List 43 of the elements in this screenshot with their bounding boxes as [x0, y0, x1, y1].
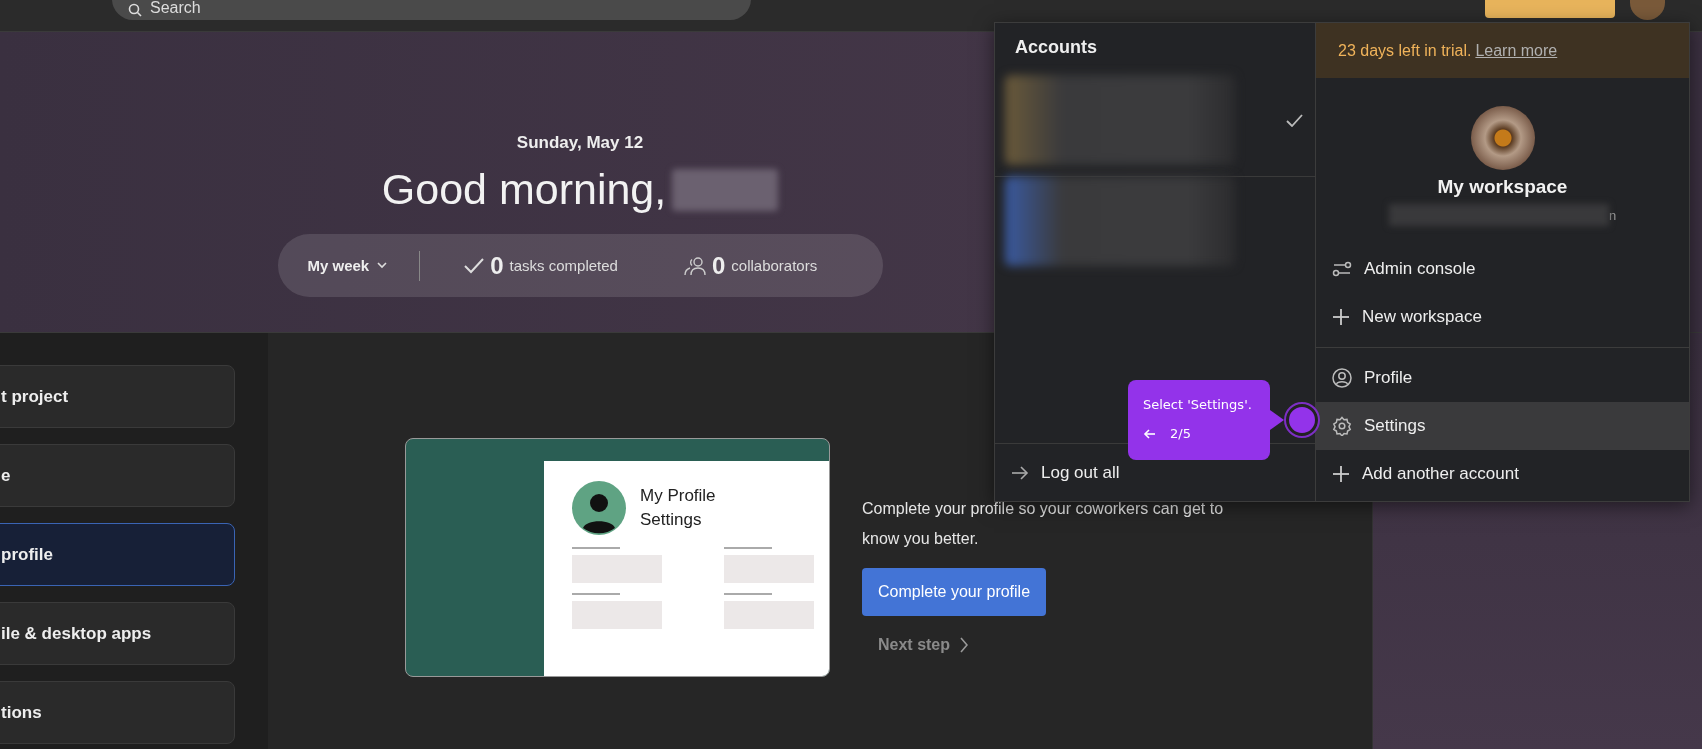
- plus-icon: [1332, 308, 1350, 326]
- email-fragment: n: [1608, 207, 1617, 223]
- check-icon: [464, 257, 485, 274]
- onboarding-step[interactable]: ile & desktop apps: [0, 602, 235, 665]
- profile-description: Complete your profile so your coworkers can get to know you better.: [862, 499, 1225, 549]
- hotspot-marker: [1286, 404, 1318, 436]
- chevron-down-icon: [377, 262, 388, 269]
- menu-item[interactable]: Admin console: [1316, 245, 1689, 293]
- date-heading: Sunday, May 12: [516, 133, 644, 153]
- menu-item[interactable]: New workspace: [1316, 293, 1689, 341]
- step-counter: 2/5: [1170, 426, 1191, 441]
- sliders-icon: [1332, 259, 1352, 279]
- avatar-silhouette-icon: [572, 481, 626, 535]
- search-icon: [128, 3, 142, 17]
- card-title: My Profile Settings: [640, 485, 717, 531]
- menu-item[interactable]: Settings: [1316, 402, 1689, 450]
- tasks-label: tasks completed: [509, 257, 618, 274]
- learn-more-link[interactable]: Learn more: [1475, 41, 1558, 60]
- complete-profile-button[interactable]: Complete your profile: [862, 568, 1047, 616]
- onboarding-step[interactable]: profile: [0, 523, 235, 586]
- onboarding-step[interactable]: e: [0, 444, 235, 507]
- arrow-left-icon[interactable]: [1143, 428, 1156, 439]
- trial-text: 23 days left in trial.: [1338, 41, 1472, 60]
- avatar-photo[interactable]: [1630, 0, 1665, 20]
- tooltip-text: Select 'Settings'.: [1143, 397, 1253, 412]
- plus-icon: [1332, 465, 1350, 483]
- onboarding-step[interactable]: tions: [0, 681, 235, 744]
- menu-item[interactable]: Profile: [1316, 354, 1689, 402]
- workspace-name: My workspace: [1437, 176, 1568, 198]
- person-icon: [1332, 368, 1352, 388]
- settings-icon: [1332, 416, 1352, 436]
- period-dropdown[interactable]: My week: [307, 257, 388, 274]
- arrow-right-icon: [1011, 464, 1029, 481]
- accounts-heading: Accounts: [1014, 36, 1098, 59]
- collaborators-label: collaborators: [731, 257, 818, 274]
- collaborators-count: 0: [711, 251, 726, 280]
- tasks-count: 0: [490, 251, 504, 280]
- greeting: Good morning,: [381, 165, 667, 214]
- next-step-button[interactable]: Next step: [862, 636, 985, 654]
- onboarding-step[interactable]: t project: [0, 365, 235, 428]
- chevron-right-icon: [960, 637, 969, 653]
- people-icon: [683, 255, 706, 276]
- menu-item[interactable]: Add another account: [1316, 450, 1689, 498]
